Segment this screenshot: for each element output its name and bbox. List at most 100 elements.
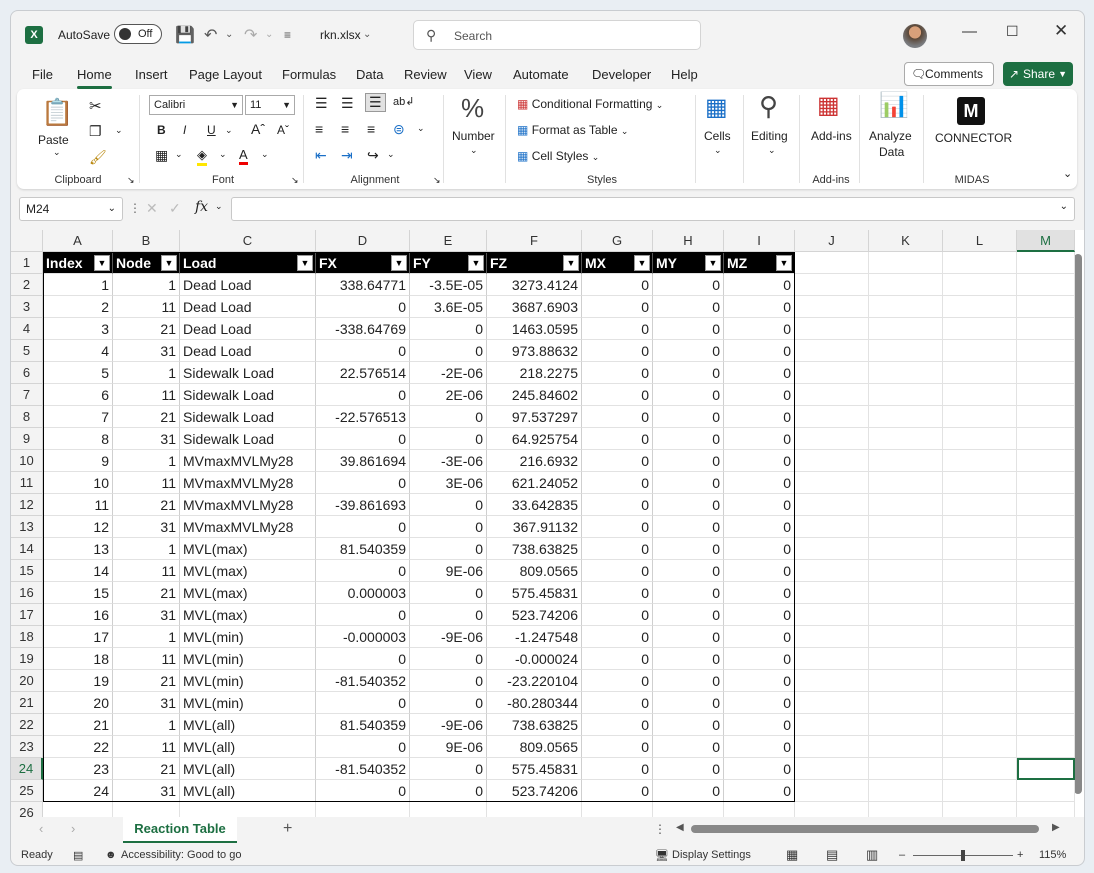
table-cell[interactable]: 367.91132: [487, 516, 582, 538]
table-cell[interactable]: 3.6E-05: [410, 296, 487, 318]
scroll-left-icon[interactable]: ◀: [676, 822, 684, 833]
table-cell[interactable]: 0: [653, 648, 724, 670]
empty-cell[interactable]: [869, 472, 943, 494]
table-cell[interactable]: 0: [724, 428, 795, 450]
empty-cell[interactable]: [943, 560, 1017, 582]
table-cell[interactable]: 0: [724, 780, 795, 802]
empty-cell[interactable]: [869, 296, 943, 318]
table-cell[interactable]: 21: [113, 318, 180, 340]
row-header[interactable]: 24: [11, 758, 43, 780]
decrease-indent-icon[interactable]: ⇤: [315, 147, 327, 164]
table-cell[interactable]: MVL(max): [180, 538, 316, 560]
table-cell[interactable]: Sidewalk Load: [180, 384, 316, 406]
column-header[interactable]: E: [410, 230, 487, 252]
font-name-select[interactable]: Calibri ▼: [149, 95, 243, 115]
redo-dropdown-icon[interactable]: ⌄: [265, 29, 273, 40]
table-cell[interactable]: 0: [316, 296, 410, 318]
table-cell[interactable]: 0: [582, 714, 653, 736]
row-header[interactable]: 10: [11, 450, 43, 472]
table-cell[interactable]: 0: [724, 736, 795, 758]
empty-cell[interactable]: [1017, 780, 1075, 802]
empty-cell[interactable]: [869, 626, 943, 648]
table-header-cell[interactable]: FZ ▼: [487, 252, 582, 274]
table-cell[interactable]: 11: [113, 648, 180, 670]
empty-cell[interactable]: [795, 494, 869, 516]
table-cell[interactable]: 0: [410, 340, 487, 362]
table-cell[interactable]: -3.5E-05: [410, 274, 487, 296]
table-cell[interactable]: MVmaxMVLMy28: [180, 472, 316, 494]
table-cell[interactable]: 21: [43, 714, 113, 736]
table-cell[interactable]: 621.24052: [487, 472, 582, 494]
empty-cell[interactable]: [795, 648, 869, 670]
paste-icon[interactable]: 📋: [41, 97, 73, 128]
table-cell[interactable]: MVL(all): [180, 736, 316, 758]
table-cell[interactable]: 0: [582, 626, 653, 648]
table-cell[interactable]: 31: [113, 428, 180, 450]
row-header[interactable]: 22: [11, 714, 43, 736]
save-icon[interactable]: 💾: [175, 25, 195, 45]
table-cell[interactable]: 0: [582, 384, 653, 406]
empty-cell[interactable]: [795, 472, 869, 494]
filename-chevron-icon[interactable]: ⌄: [363, 29, 371, 40]
cut-icon[interactable]: ✂: [89, 97, 102, 115]
tab-automate[interactable]: Automate: [513, 67, 569, 82]
table-cell[interactable]: 0: [653, 758, 724, 780]
empty-cell[interactable]: [795, 318, 869, 340]
table-cell[interactable]: 0: [724, 692, 795, 714]
table-cell[interactable]: 0: [653, 362, 724, 384]
table-header-cell[interactable]: FY ▼: [410, 252, 487, 274]
table-cell[interactable]: 0: [582, 692, 653, 714]
row-header[interactable]: 5: [11, 340, 43, 362]
table-cell[interactable]: 575.45831: [487, 582, 582, 604]
table-cell[interactable]: 973.88632: [487, 340, 582, 362]
addins-icon[interactable]: ▦: [817, 91, 840, 120]
table-cell[interactable]: 3273.4124: [487, 274, 582, 296]
row-header[interactable]: 9: [11, 428, 43, 450]
empty-cell[interactable]: [795, 758, 869, 780]
empty-cell[interactable]: [43, 802, 113, 817]
table-cell[interactable]: 11: [113, 560, 180, 582]
table-cell[interactable]: 0: [653, 736, 724, 758]
table-cell[interactable]: 0: [582, 274, 653, 296]
borders-icon[interactable]: ▦: [155, 147, 168, 164]
empty-cell[interactable]: [795, 384, 869, 406]
empty-cell[interactable]: [943, 362, 1017, 384]
page-break-view-icon[interactable]: ▥: [866, 847, 878, 863]
table-cell[interactable]: 0: [410, 692, 487, 714]
wrap-dropdown-icon[interactable]: ⌄: [387, 149, 395, 160]
table-cell[interactable]: 97.537297: [487, 406, 582, 428]
table-cell[interactable]: 81.540359: [316, 714, 410, 736]
table-cell[interactable]: 0: [724, 714, 795, 736]
empty-cell[interactable]: [869, 450, 943, 472]
empty-cell[interactable]: [1017, 604, 1075, 626]
table-cell[interactable]: 31: [113, 692, 180, 714]
avatar[interactable]: [903, 24, 927, 48]
table-cell[interactable]: 1: [113, 362, 180, 384]
table-cell[interactable]: 1: [113, 626, 180, 648]
table-cell[interactable]: 0: [316, 780, 410, 802]
table-cell[interactable]: MVL(min): [180, 626, 316, 648]
name-box[interactable]: M24 ⌄: [19, 197, 123, 221]
font-size-select[interactable]: 11 ▼: [245, 95, 295, 115]
table-cell[interactable]: 0: [582, 538, 653, 560]
empty-cell[interactable]: [869, 670, 943, 692]
filter-dropdown-icon[interactable]: ▼: [94, 255, 110, 271]
row-header[interactable]: 2: [11, 274, 43, 296]
tab-file[interactable]: File: [32, 67, 53, 82]
empty-cell[interactable]: [943, 428, 1017, 450]
table-cell[interactable]: 0: [724, 582, 795, 604]
wrap-text-icon[interactable]: ↪: [367, 147, 379, 164]
empty-cell[interactable]: [943, 692, 1017, 714]
empty-cell[interactable]: [113, 802, 180, 817]
table-cell[interactable]: -80.280344: [487, 692, 582, 714]
row-header[interactable]: 17: [11, 604, 43, 626]
table-cell[interactable]: 0: [724, 516, 795, 538]
spreadsheet-grid[interactable]: A B C D E F G H I J K L M 1 Index ▼ Node ▼ Load ▼ FX ▼ FY ▼ FZ ▼ M…: [11, 230, 1084, 817]
sheet-tab-reaction-table[interactable]: Reaction Table: [123, 817, 237, 843]
formula-input[interactable]: ⌄: [231, 197, 1075, 221]
table-cell[interactable]: 31: [113, 604, 180, 626]
middle-align-icon[interactable]: ☰: [341, 95, 354, 112]
table-cell[interactable]: 0: [582, 758, 653, 780]
empty-cell[interactable]: [1017, 362, 1075, 384]
fill-color-icon[interactable]: ◈: [197, 147, 207, 166]
